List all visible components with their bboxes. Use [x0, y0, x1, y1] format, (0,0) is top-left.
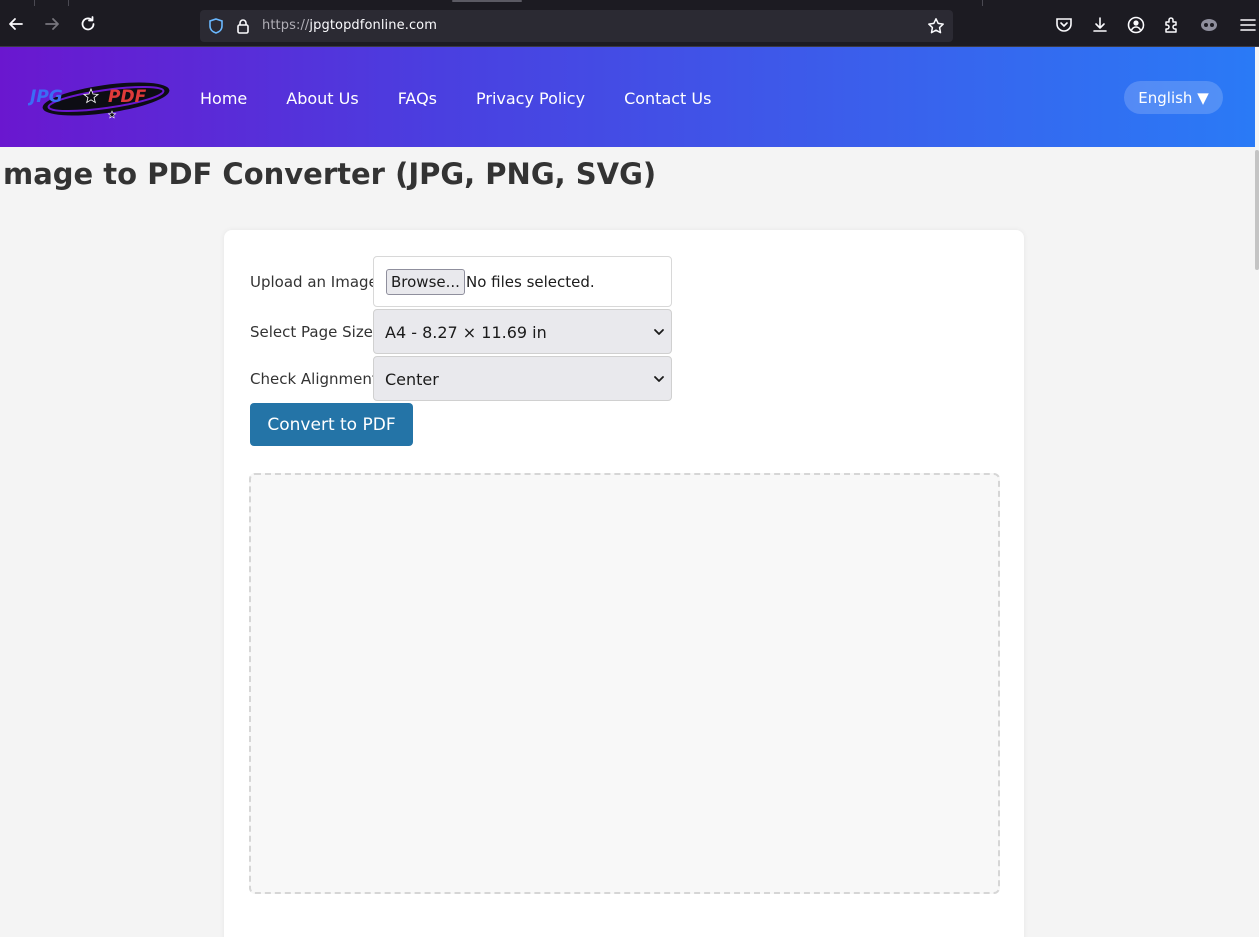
forward-button[interactable] [41, 13, 63, 35]
tab-divider [68, 0, 69, 6]
file-status: No files selected. [466, 273, 595, 291]
upload-label: Upload an Image: [250, 273, 383, 291]
extensions-puzzle-icon[interactable] [1162, 15, 1182, 35]
hamburger-menu-icon[interactable] [1238, 15, 1258, 35]
nav-contact-us[interactable]: Contact Us [624, 89, 711, 108]
converter-card: Upload an Image: Browse... No files sele… [224, 230, 1024, 937]
account-icon[interactable] [1126, 15, 1146, 35]
download-icon[interactable] [1090, 15, 1110, 35]
tab-divider [34, 0, 35, 6]
page-size-label: Select Page Size: [250, 323, 378, 341]
image-preview-area[interactable] [249, 473, 1000, 894]
lock-icon[interactable] [234, 17, 252, 35]
alignment-value: Center [385, 370, 439, 389]
bookmark-star-icon[interactable] [927, 17, 945, 35]
logo-text-jpg: JPG [28, 87, 63, 107]
page-size-value: A4 - 8.27 × 11.69 in [385, 323, 547, 342]
main-nav: Home About Us FAQs Privacy Policy Contac… [200, 89, 750, 108]
alignment-select[interactable]: Center [373, 356, 672, 401]
nav-home[interactable]: Home [200, 89, 247, 108]
url-protocol: https:// [262, 18, 310, 33]
page-title: mage to PDF Converter (JPG, PNG, SVG) [3, 157, 657, 191]
shield-icon[interactable] [207, 17, 225, 35]
tab-divider [982, 0, 983, 6]
arrow-left-icon [9, 18, 23, 30]
url-text[interactable]: https://jpgtopdfonline.com [262, 18, 437, 33]
language-selector[interactable]: English ▼ [1124, 81, 1223, 114]
address-bar[interactable]: https://jpgtopdfonline.com [200, 10, 953, 42]
reload-icon [81, 16, 95, 31]
site-logo[interactable]: JPG PDF [28, 75, 173, 121]
alignment-label: Check Alignment: [250, 370, 383, 388]
active-tab-indicator [452, 0, 522, 2]
site-header: JPG PDF Home About Us FAQs Privacy Polic… [0, 47, 1255, 147]
browse-button[interactable]: Browse... [386, 269, 465, 295]
pocket-icon[interactable] [1054, 15, 1074, 35]
url-host: jpgtopdfonline.com [309, 18, 438, 33]
chevron-down-icon [654, 329, 664, 335]
page-size-select[interactable]: A4 - 8.27 × 11.69 in [373, 309, 672, 354]
arrow-right-icon [45, 18, 59, 30]
page-scrollbar-thumb[interactable] [1255, 150, 1259, 270]
language-label: English ▼ [1138, 88, 1209, 107]
back-button[interactable] [5, 13, 27, 35]
browser-toolbar: https://jpgtopdfonline.com [0, 0, 1259, 47]
extension-icon[interactable] [1199, 15, 1219, 35]
file-input[interactable]: Browse... No files selected. [373, 256, 672, 307]
convert-to-pdf-button[interactable]: Convert to PDF [250, 403, 413, 446]
chevron-down-icon [654, 376, 664, 382]
logo-text-pdf: PDF [108, 87, 147, 107]
nav-faqs[interactable]: FAQs [398, 89, 437, 108]
reload-button[interactable] [77, 13, 99, 35]
nav-about-us[interactable]: About Us [286, 89, 358, 108]
nav-privacy-policy[interactable]: Privacy Policy [476, 89, 585, 108]
